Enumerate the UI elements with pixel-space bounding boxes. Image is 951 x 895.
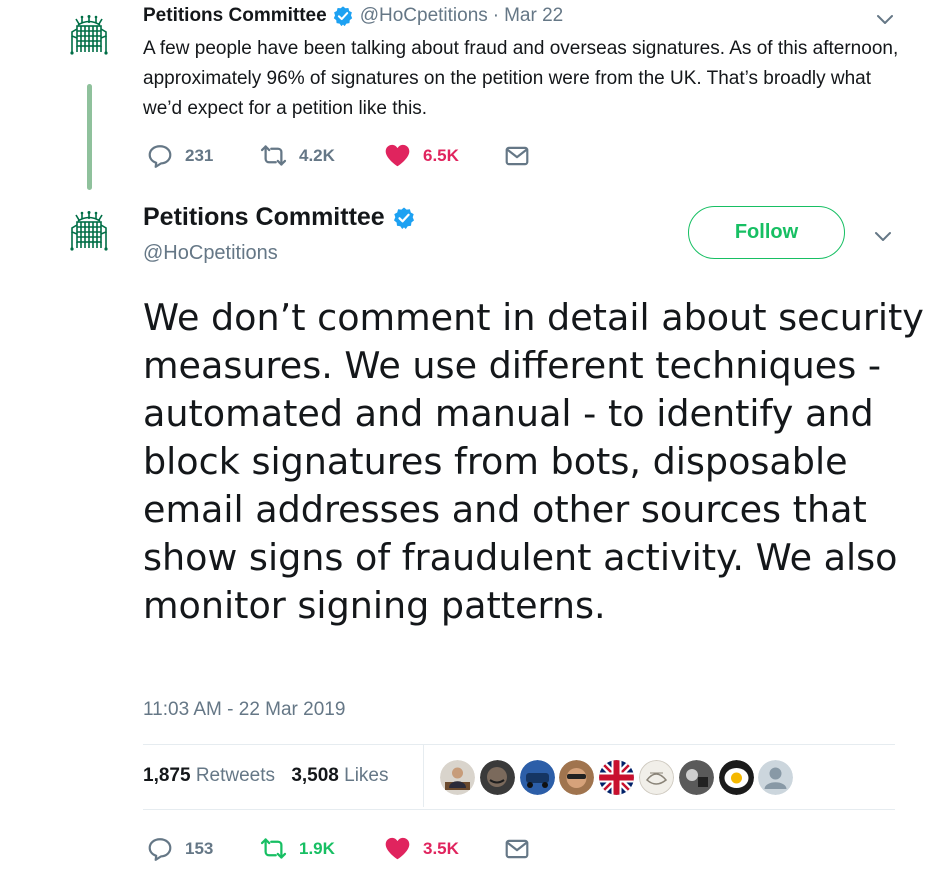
retweet-count: 4.2K	[299, 145, 335, 165]
liker-avatar[interactable]	[479, 760, 515, 795]
portcullis-logo-icon	[68, 14, 110, 56]
reply-icon	[147, 836, 173, 862]
liker-avatar[interactable]	[758, 760, 794, 795]
likes-stat[interactable]: 3,508 Likes	[291, 765, 388, 786]
author-handle[interactable]: @HoCpetitions	[360, 5, 488, 27]
heart-icon	[384, 142, 411, 169]
portcullis-logo-icon	[68, 210, 110, 252]
tweet-date[interactable]: Mar 22	[504, 5, 563, 27]
tweet-timestamp[interactable]: 11:03 AM - 22 Mar 2019	[143, 699, 345, 721]
liker-avatar[interactable]	[440, 760, 475, 795]
liker-avatars	[440, 760, 798, 795]
liker-avatar[interactable]	[519, 760, 555, 795]
liker-avatar[interactable]	[559, 760, 595, 795]
mail-icon	[504, 143, 530, 169]
tweet-text: A few people have been talking about fra…	[143, 38, 899, 119]
chevron-down-icon[interactable]	[872, 225, 894, 247]
retweet-total: 1,875	[143, 765, 191, 786]
like-count: 6.5K	[423, 145, 459, 165]
divider	[143, 744, 895, 745]
mail-icon	[504, 836, 530, 862]
follow-button[interactable]: Follow	[688, 206, 845, 259]
reply-icon	[147, 143, 173, 169]
tweet-text: We don’t comment in detail about securit…	[143, 296, 924, 627]
reply-button[interactable]: 231	[147, 143, 260, 169]
author-name-row: Petitions Committee	[143, 203, 416, 232]
author-name[interactable]: Petitions Committee	[143, 203, 385, 232]
engagement-stats: 1,875 Retweets 3,508 Likes	[143, 765, 389, 787]
verified-badge-icon	[392, 206, 416, 230]
retweet-button[interactable]: 1.9K	[260, 835, 384, 862]
dm-button[interactable]	[504, 143, 530, 169]
author-avatar[interactable]	[68, 14, 110, 56]
retweets-label: Retweets	[195, 765, 276, 786]
liker-avatar[interactable]	[678, 760, 714, 795]
tweet-actions: 231 4.2K 6.5K	[147, 142, 530, 169]
reply-count: 231	[185, 145, 214, 165]
heart-icon	[384, 835, 411, 862]
thread-line	[87, 84, 92, 190]
like-total: 3,508	[291, 765, 339, 786]
retweet-icon	[260, 835, 287, 862]
liker-avatar[interactable]	[718, 760, 754, 795]
like-button[interactable]: 3.5K	[384, 835, 504, 862]
author-avatar[interactable]	[68, 210, 110, 252]
reply-count: 153	[185, 838, 214, 858]
like-count: 3.5K	[423, 838, 459, 858]
author-name[interactable]: Petitions Committee	[143, 5, 327, 27]
separator: ·	[492, 5, 500, 26]
tweet-header: Petitions Committee @HoCpetitions · Mar …	[143, 5, 563, 27]
liker-avatar[interactable]	[599, 760, 635, 795]
tweet-actions: 153 1.9K 3.5K	[147, 835, 530, 862]
retweet-icon	[260, 142, 287, 169]
stats-divider	[423, 745, 424, 807]
retweet-count: 1.9K	[299, 838, 335, 858]
chevron-down-icon[interactable]	[874, 8, 896, 30]
divider	[143, 809, 895, 810]
verified-badge-icon	[332, 5, 354, 27]
author-handle[interactable]: @HoCpetitions	[143, 242, 278, 265]
retweet-button[interactable]: 4.2K	[260, 142, 384, 169]
dm-button[interactable]	[504, 836, 530, 862]
liker-avatar[interactable]	[638, 760, 674, 795]
reply-button[interactable]: 153	[147, 836, 260, 862]
like-button[interactable]: 6.5K	[384, 142, 504, 169]
retweets-stat[interactable]: 1,875 Retweets	[143, 765, 275, 786]
likes-label: Likes	[344, 765, 389, 786]
